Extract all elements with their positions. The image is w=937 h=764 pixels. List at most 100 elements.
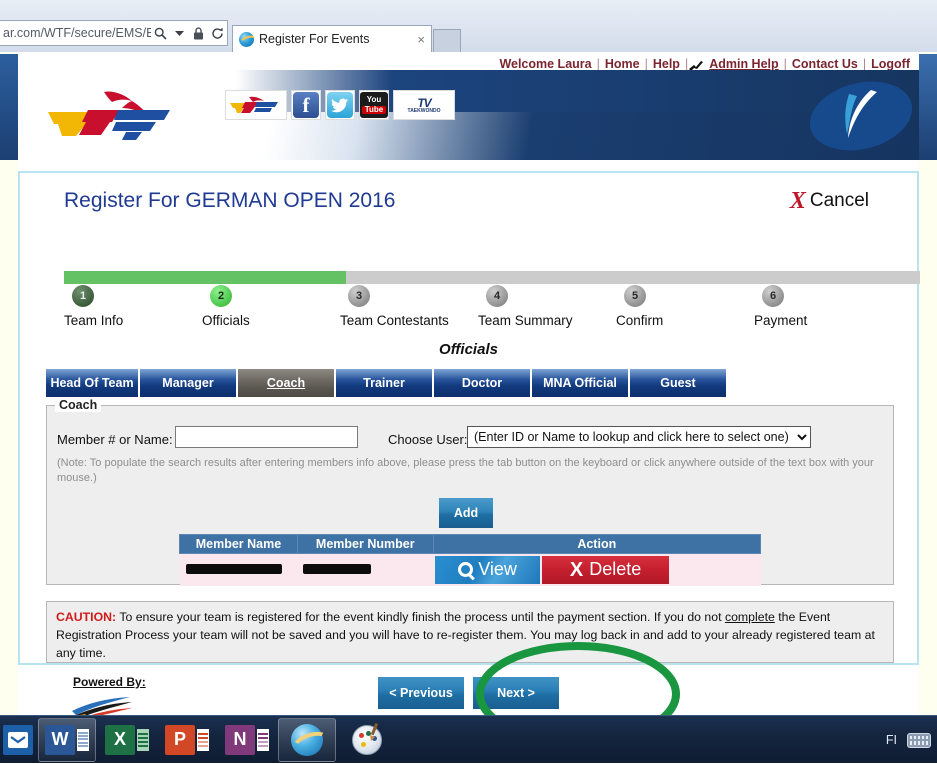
step-label: Payment (754, 313, 808, 328)
refresh-icon[interactable] (208, 21, 227, 45)
step-confirm[interactable]: 5 Confirm (616, 285, 766, 328)
tab-manager[interactable]: Manager (140, 369, 236, 397)
internet-explorer-icon (239, 31, 254, 47)
step-number-badge: 1 (72, 285, 94, 307)
page-viewport: Welcome Laura | Home | Help | Admin Help… (0, 52, 937, 715)
address-bar-text: ar.com/WTF/secure/EMS/EMS (3, 26, 151, 40)
tab-guest[interactable]: Guest (630, 369, 726, 397)
ppt-doc-lines (197, 728, 209, 751)
cancel-button-label: Cancel (809, 190, 869, 211)
tab-doctor[interactable]: Doctor (434, 369, 530, 397)
view-button[interactable]: View (435, 555, 541, 584)
address-bar[interactable]: ar.com/WTF/secure/EMS/EMS (0, 20, 228, 46)
step-number-badge: 3 (348, 285, 370, 307)
social-links: f You Tube TV TAEKWONDO (225, 90, 455, 120)
nav-link-home[interactable]: Home (600, 57, 645, 71)
browser-tab-title: Register For Events (259, 32, 370, 46)
keyboard-icon[interactable] (907, 732, 931, 748)
excel-doc-lines (137, 728, 149, 751)
nav-link-help[interactable]: Help (648, 57, 685, 71)
cell-action: View X Delete (433, 553, 761, 586)
step-payment[interactable]: 6 Payment (754, 285, 904, 328)
facebook-glyph: f (293, 92, 319, 118)
step-team-contestants[interactable]: 3 Team Contestants (340, 285, 490, 328)
caution-body-1: To ensure your team is registered for th… (116, 610, 725, 624)
caution-underlined-word: complete (724, 610, 775, 624)
officials-tabs: Head Of Team Manager Coach Trainer Docto… (46, 369, 726, 397)
wtf-tv-icon[interactable]: TV TAEKWONDO (393, 90, 455, 120)
column-header-member-number: Member Number (296, 534, 434, 554)
powered-by-label: Powered By: (73, 675, 146, 689)
step-officials[interactable]: 2 Officials (202, 285, 352, 328)
twitter-icon[interactable] (325, 90, 355, 120)
tab-trainer[interactable]: Trainer (336, 369, 432, 397)
tab-coach[interactable]: Coach (238, 369, 334, 397)
youtube-label-bottom: Tube (361, 105, 387, 114)
fieldset-legend: Coach (55, 398, 102, 412)
nav-link-admin-help[interactable]: Admin Help (704, 57, 783, 71)
tab-strip: Register For Events × (232, 20, 937, 52)
tab-head-of-team[interactable]: Head Of Team (46, 369, 138, 397)
member-search-label: Member # or Name: (57, 432, 173, 447)
step-number-badge: 4 (486, 285, 508, 307)
x-icon: X (569, 558, 584, 581)
step-number-badge: 2 (210, 285, 232, 307)
nav-link-logoff[interactable]: Logoff (866, 57, 915, 71)
outlook-icon (3, 724, 33, 755)
facebook-icon[interactable]: f (291, 90, 321, 120)
tab-mna-official[interactable]: MNA Official (532, 369, 628, 397)
browser-tab-register-for-events[interactable]: Register For Events × (232, 25, 432, 52)
member-search-input[interactable] (175, 426, 358, 448)
lock-icon (189, 21, 208, 45)
taskbar-internet-explorer[interactable] (278, 717, 336, 762)
taskbar-powerpoint[interactable]: P (158, 718, 216, 762)
taskbar-outlook[interactable] (0, 718, 36, 762)
choose-user-label: Choose User: (388, 432, 468, 447)
step-team-summary[interactable]: 4 Team Summary (478, 285, 628, 328)
youtube-icon[interactable]: You Tube (359, 90, 389, 120)
welcome-text: Welcome Laura (499, 57, 592, 71)
members-table: Member Name Member Number Action View X … (179, 534, 762, 586)
windows-taskbar: W X P N FI (0, 715, 937, 763)
stepper: 1 Team Info 2 Officials 3 Team Contestan… (64, 285, 926, 335)
choose-user-select[interactable]: (Enter ID or Name to lookup and click he… (467, 426, 811, 448)
language-indicator[interactable]: FI (886, 733, 897, 747)
delete-button-label: Delete (589, 559, 642, 580)
onenote-doc-lines (257, 728, 269, 751)
internet-explorer-icon (291, 723, 323, 756)
taskbar-paint[interactable] (338, 718, 396, 762)
previous-button[interactable]: < Previous (378, 677, 464, 709)
table-header-row: Member Name Member Number Action (179, 534, 762, 554)
step-label: Officials (202, 313, 250, 328)
red-x-icon: X (789, 188, 806, 214)
chevron-down-icon[interactable] (170, 21, 189, 45)
magnifier-icon (458, 562, 474, 578)
wtf-tv-glyph: TV TAEKWONDO (395, 92, 453, 118)
wtf-logo (46, 90, 196, 142)
onenote-icon: N (225, 724, 255, 755)
excel-icon: X (105, 724, 135, 755)
new-tab-button[interactable] (433, 29, 461, 52)
nav-link-contact-us[interactable]: Contact Us (787, 57, 863, 71)
table-row: View X Delete (179, 553, 761, 586)
step-label: Team Contestants (340, 313, 449, 328)
taskbar-excel[interactable]: X (98, 718, 156, 762)
wtf-site-icon[interactable] (225, 90, 287, 120)
search-icon[interactable] (151, 21, 170, 45)
search-note: (Note: To populate the search results af… (57, 457, 874, 484)
progress-bar (64, 271, 920, 284)
add-button[interactable]: Add (439, 498, 493, 528)
swoosh-logo (70, 697, 160, 715)
delete-button[interactable]: X Delete (542, 555, 670, 584)
step-number-badge: 6 (762, 285, 784, 307)
next-button[interactable]: Next > (473, 677, 559, 709)
step-team-info[interactable]: 1 Team Info (64, 285, 214, 328)
taskbar-onenote[interactable]: N (218, 718, 276, 762)
close-icon[interactable]: × (417, 32, 425, 47)
paint-icon (352, 722, 382, 755)
column-header-member-name: Member Name (179, 534, 298, 554)
cell-member-name (179, 553, 298, 586)
taskbar-word[interactable]: W (38, 717, 96, 762)
cancel-button[interactable]: X Cancel (790, 189, 869, 213)
caution-message: CAUTION: To ensure your team is register… (46, 601, 894, 663)
